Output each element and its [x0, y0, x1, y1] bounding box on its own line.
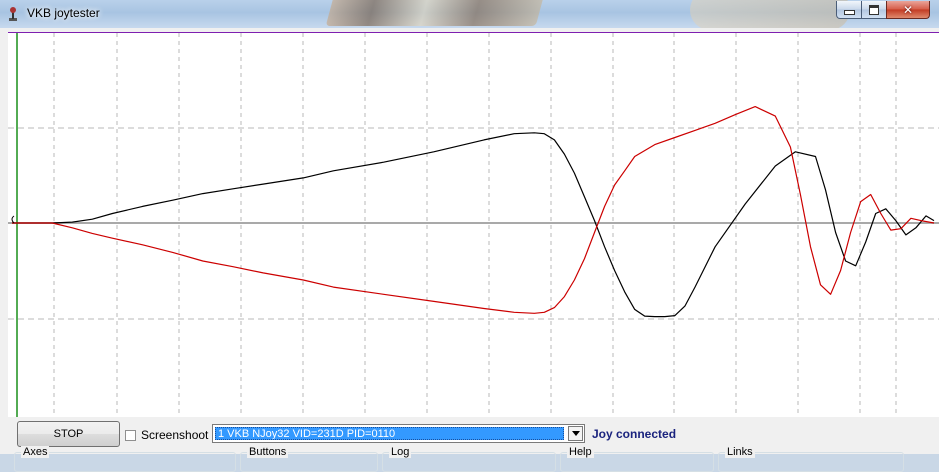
window-title: VKB joytester — [27, 6, 100, 20]
stop-button[interactable]: STOP — [17, 421, 120, 447]
group-buttons: Buttons — [240, 446, 378, 472]
client-area: STOP Screenshoot 1 VKB NJoy32 VID=231D P… — [0, 28, 939, 472]
screenshot-checkbox-wrap[interactable]: Screenshoot — [125, 428, 208, 442]
device-dropdown[interactable]: 1 VKB NJoy32 VID=231D PID=0110 — [212, 424, 585, 443]
minimize-button[interactable] — [836, 1, 862, 19]
group-axes: Axes — [14, 446, 236, 472]
joystick-icon — [9, 7, 17, 21]
minimize-icon — [843, 10, 855, 15]
group-label-buttons: Buttons — [247, 446, 289, 458]
desktop-background-blur — [690, 0, 850, 28]
title-bar[interactable]: VKB joytester ✕ — [0, 0, 939, 28]
series-line-0 — [12, 132, 935, 318]
axis-plot — [8, 32, 939, 417]
device-selected-value[interactable]: 1 VKB NJoy32 VID=231D PID=0110 — [215, 427, 564, 440]
group-log: Log — [382, 446, 556, 472]
plot-canvas — [8, 33, 939, 417]
group-help: Help — [560, 446, 714, 472]
close-button[interactable]: ✕ — [886, 1, 930, 19]
screenshot-checkbox[interactable] — [125, 429, 136, 441]
group-label-axes: Axes — [21, 446, 50, 458]
connection-status: Joy connected — [592, 427, 677, 441]
dropdown-arrow-button[interactable] — [568, 426, 583, 441]
group-label-help: Help — [567, 446, 594, 458]
group-label-links: Links — [725, 446, 755, 458]
maximize-button[interactable] — [861, 1, 887, 19]
maximize-icon — [869, 4, 879, 15]
close-icon: ✕ — [902, 2, 914, 17]
start-marker — [11, 215, 15, 224]
group-links: Links — [718, 446, 904, 472]
chevron-down-icon — [571, 431, 580, 436]
desktop-background-blur — [325, 0, 545, 26]
group-label-log: Log — [389, 446, 412, 458]
series-line-1 — [12, 105, 935, 314]
screenshot-label[interactable]: Screenshoot — [141, 428, 208, 442]
